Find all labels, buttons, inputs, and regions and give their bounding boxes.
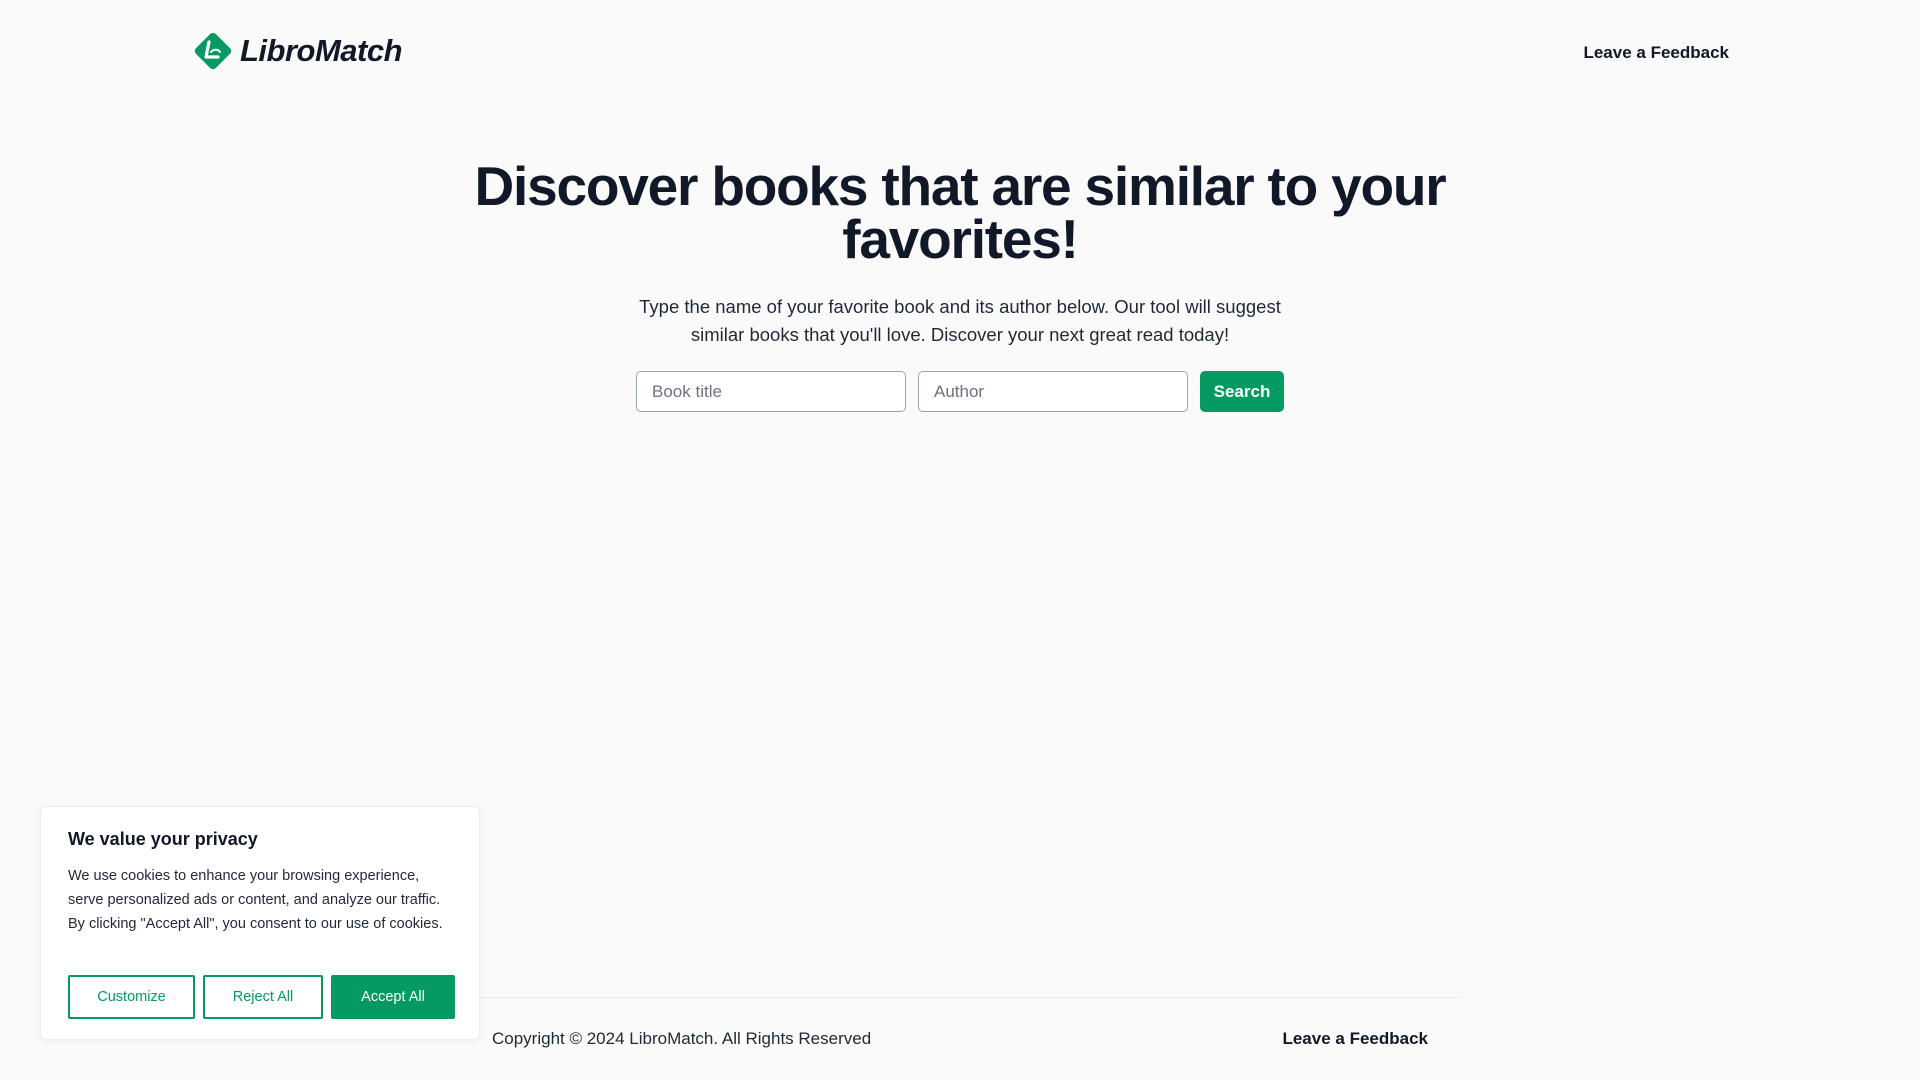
footer-feedback-link[interactable]: Leave a Feedback	[1282, 1029, 1428, 1049]
cookie-consent-banner: We value your privacy We use cookies to …	[40, 806, 480, 1040]
reject-all-button[interactable]: Reject All	[203, 975, 323, 1019]
accept-all-button[interactable]: Accept All	[331, 975, 455, 1019]
hero-title: Discover books that are similar to your …	[474, 155, 1446, 270]
hero-section: Discover books that are similar to your …	[0, 155, 1920, 349]
hero-subtitle: Type the name of your favorite book and …	[639, 296, 1281, 345]
book-diamond-icon	[194, 32, 232, 70]
page: LibroMatch Leave a Feedback Discover boo…	[0, 0, 1920, 1080]
brand-logo-link[interactable]: LibroMatch	[192, 30, 403, 72]
footer-divider	[480, 997, 1460, 998]
search-form: Search	[636, 371, 1284, 412]
book-title-input[interactable]	[636, 371, 906, 412]
search-button[interactable]: Search	[1200, 371, 1284, 412]
site-header: LibroMatch Leave a Feedback	[0, 0, 1920, 104]
footer-copyright: Copyright © 2024 LibroMatch. All Rights …	[492, 1029, 872, 1048]
brand-name: LibroMatch	[240, 33, 403, 68]
header-feedback-link[interactable]: Leave a Feedback	[1583, 43, 1729, 63]
customize-button[interactable]: Customize	[68, 975, 195, 1019]
cookie-banner-title: We value your privacy	[68, 829, 258, 849]
cookie-banner-text: We use cookies to enhance your browsing …	[68, 868, 443, 932]
cookie-banner-actions: Customize Reject All Accept All	[68, 975, 455, 1019]
author-input[interactable]	[918, 371, 1188, 412]
